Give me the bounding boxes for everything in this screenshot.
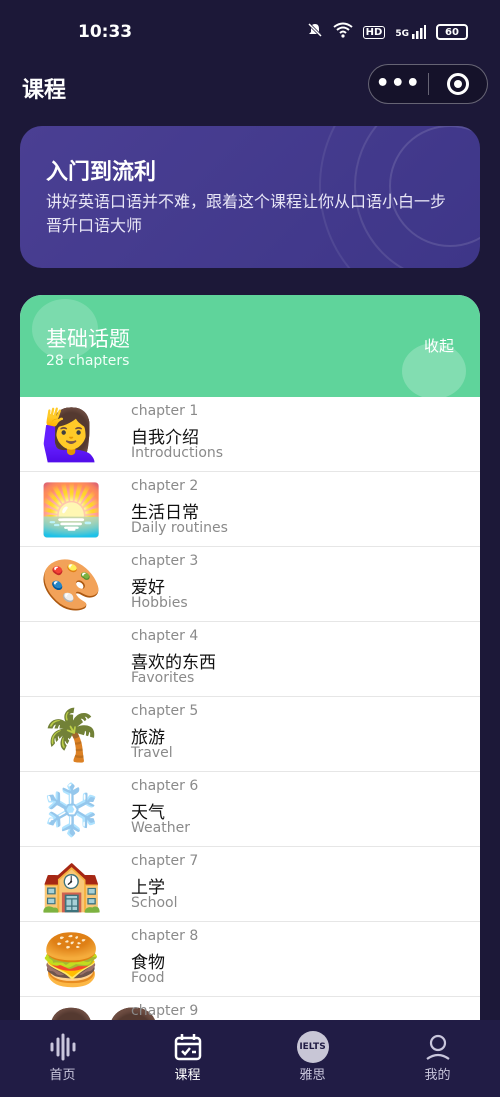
chapter-icon: 🍔 bbox=[40, 931, 103, 989]
chapter-number: chapter 2 bbox=[131, 478, 199, 494]
topic-header: 基础话题 28 chapters 收起 bbox=[20, 295, 480, 399]
chapter-icon: 😍 bbox=[44, 631, 98, 689]
chapter-subtitle: Food bbox=[131, 970, 165, 986]
chapter-row[interactable]: 😍 chapter 4 喜欢的东西 Favorites bbox=[20, 622, 480, 697]
signal-label: 5G bbox=[395, 29, 409, 39]
wifi-icon bbox=[333, 22, 353, 42]
nav-bar: 课程 ••• bbox=[0, 64, 500, 108]
chapter-subtitle: Favorites bbox=[131, 670, 195, 686]
chapter-subtitle: Weather bbox=[131, 820, 190, 836]
chapter-subtitle: Introductions bbox=[131, 445, 224, 461]
chapter-row[interactable]: 🏫 chapter 7 上学 School bbox=[20, 847, 480, 922]
chapter-icon: 🌅 bbox=[40, 481, 103, 539]
chapter-number: chapter 9 bbox=[131, 1003, 199, 1019]
tab-label: 我的 bbox=[424, 1068, 451, 1083]
chapter-list: 🙋‍♀️ chapter 1 自我介绍 Introductions 🌅 chap… bbox=[20, 397, 480, 1072]
ielts-icon: IELTS bbox=[250, 1031, 375, 1063]
chapter-row[interactable]: 🌴 chapter 5 旅游 Travel bbox=[20, 697, 480, 772]
chapter-icon: ❄️ bbox=[40, 781, 103, 839]
target-icon bbox=[446, 73, 469, 95]
collapse-button[interactable]: 收起 bbox=[424, 335, 454, 356]
topic-chapter-count: 28 chapters bbox=[46, 353, 130, 369]
chapter-row[interactable]: 🌅 chapter 2 生活日常 Daily routines bbox=[20, 472, 480, 547]
topic-title: 基础话题 bbox=[46, 327, 130, 351]
bottom-tab-bar: 首页 课程 IELTS 雅思 我的 bbox=[0, 1020, 500, 1097]
chapter-subtitle: Daily routines bbox=[131, 520, 228, 536]
intro-title: 入门到流利 bbox=[46, 160, 157, 185]
chapter-subtitle: Hobbies bbox=[131, 595, 188, 611]
battery-icon: 60 bbox=[436, 24, 468, 40]
intro-card[interactable]: 入门到流利 讲好英语口语并不难，跟着这个课程让你从口语小白一步晋升口语大师 bbox=[20, 126, 480, 268]
tab-profile[interactable]: 我的 bbox=[375, 1020, 500, 1097]
chapter-number: chapter 8 bbox=[131, 928, 199, 944]
calendar-check-icon bbox=[125, 1032, 250, 1062]
tab-ielts[interactable]: IELTS 雅思 bbox=[250, 1020, 375, 1097]
tab-label: 雅思 bbox=[299, 1068, 326, 1083]
mute-icon bbox=[307, 22, 323, 42]
signal-icon: 5G bbox=[395, 25, 426, 39]
person-icon bbox=[375, 1032, 500, 1062]
chapter-number: chapter 1 bbox=[131, 403, 199, 419]
close-mini-program-button[interactable] bbox=[428, 73, 487, 95]
tab-courses[interactable]: 课程 bbox=[125, 1020, 250, 1097]
intro-description: 讲好英语口语并不难，跟着这个课程让你从口语小白一步晋升口语大师 bbox=[46, 192, 447, 235]
tab-label: 首页 bbox=[49, 1068, 76, 1083]
chapter-row[interactable]: ❄️ chapter 6 天气 Weather bbox=[20, 772, 480, 847]
chapter-number: chapter 6 bbox=[131, 778, 199, 794]
chapter-icon: 🏫 bbox=[40, 856, 103, 914]
page-title: 课程 bbox=[22, 78, 67, 103]
chapter-icon: 🌴 bbox=[40, 706, 103, 764]
ielts-badge: IELTS bbox=[296, 1031, 329, 1063]
chapter-icon: 🎨 bbox=[40, 556, 103, 614]
more-options-button[interactable]: ••• bbox=[369, 64, 428, 104]
mini-program-capsule: ••• bbox=[368, 64, 488, 104]
chapter-row[interactable]: 🎨 chapter 3 爱好 Hobbies bbox=[20, 547, 480, 622]
chapter-subtitle: Travel bbox=[131, 745, 173, 761]
chapter-number: chapter 7 bbox=[131, 853, 199, 869]
chapter-number: chapter 4 bbox=[131, 628, 199, 644]
chapter-row[interactable]: 🍔 chapter 8 食物 Food bbox=[20, 922, 480, 997]
hd-icon: HD bbox=[362, 25, 386, 39]
chapter-number: chapter 5 bbox=[131, 703, 199, 719]
status-time: 10:33 bbox=[78, 22, 133, 42]
status-icons: HD 5G 60 bbox=[307, 22, 468, 42]
chapter-number: chapter 3 bbox=[131, 553, 199, 569]
tab-label: 课程 bbox=[174, 1068, 201, 1083]
chapter-row[interactable]: 🙋‍♀️ chapter 1 自我介绍 Introductions bbox=[20, 397, 480, 472]
status-bar: 10:33 HD 5G 60 bbox=[0, 0, 500, 64]
chapter-subtitle: School bbox=[131, 895, 178, 911]
topic-card: 基础话题 28 chapters 收起 🙋‍♀️ chapter 1 自我介绍 … bbox=[20, 295, 480, 1097]
waveform-icon bbox=[0, 1032, 125, 1062]
tab-home[interactable]: 首页 bbox=[0, 1020, 125, 1097]
chapter-icon: 🙋‍♀️ bbox=[40, 406, 103, 464]
